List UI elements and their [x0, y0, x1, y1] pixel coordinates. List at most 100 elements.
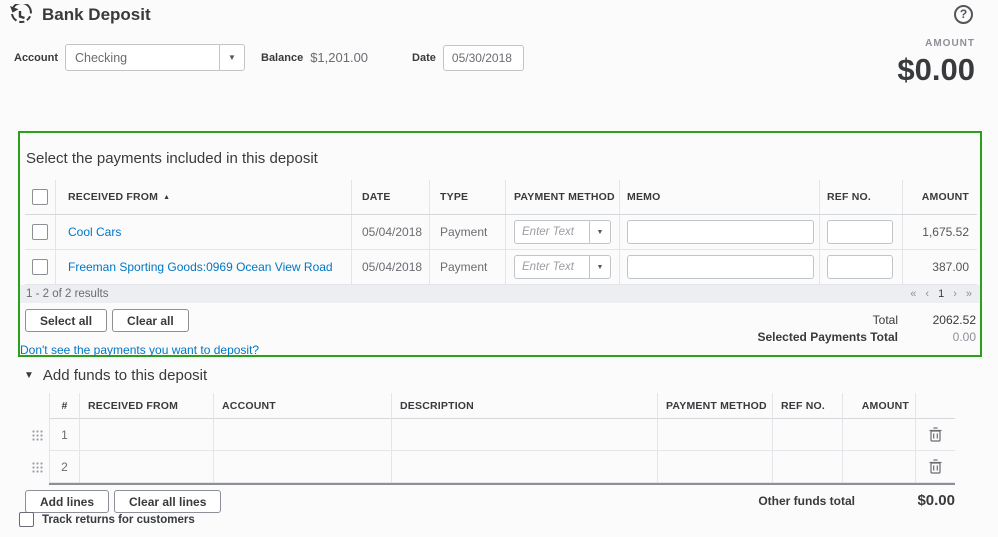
payment-method-placeholder: Enter Text: [515, 261, 589, 273]
payments-section: Select the payments included in this dep…: [18, 131, 982, 357]
amount-cell[interactable]: [842, 451, 915, 483]
payment-method-cell[interactable]: [657, 451, 772, 483]
payments-section-title: Select the payments included in this dep…: [20, 133, 980, 180]
amount-panel-value: $0.00: [897, 52, 975, 88]
col-number: #: [61, 400, 67, 412]
recent-transactions-icon[interactable]: [8, 4, 32, 28]
pagination: « ‹ 1 › »: [910, 288, 972, 300]
selected-total-label: Selected Payments Total: [758, 330, 899, 344]
col-amount: AMOUNT: [862, 400, 909, 412]
col-received-from: RECEIVED FROM: [88, 400, 178, 412]
col-ref-no: REF NO.: [827, 191, 871, 203]
total-value: 2062.52: [898, 313, 976, 327]
add-funds-header: # RECEIVED FROM ACCOUNT DESCRIPTION PAYM…: [25, 393, 955, 419]
memo-input[interactable]: [627, 255, 814, 279]
ref-no-input[interactable]: [827, 255, 893, 279]
collapse-icon[interactable]: ▼: [24, 370, 34, 381]
col-memo: MEMO: [627, 191, 660, 203]
line-number: 2: [61, 460, 68, 474]
payment-amount: 1,675.52: [922, 225, 969, 239]
help-icon[interactable]: ?: [954, 5, 973, 24]
payment-type: Payment: [440, 225, 487, 239]
ref-no-cell[interactable]: [772, 419, 842, 451]
results-text: 1 - 2 of 2 results: [26, 288, 108, 300]
received-from-cell[interactable]: [79, 451, 213, 483]
received-from-cell[interactable]: [79, 419, 213, 451]
payment-method-select[interactable]: Enter Text ▼: [514, 255, 611, 279]
trash-icon[interactable]: [929, 459, 942, 474]
payments-table-header: RECEIVED FROM ▲ DATE TYPE PAYMENT METHOD…: [25, 180, 977, 215]
track-returns-label: Track returns for customers: [42, 514, 195, 526]
page-next-button[interactable]: ›: [953, 288, 957, 300]
date-label: Date: [412, 52, 436, 64]
clear-all-lines-button[interactable]: Clear all lines: [114, 490, 221, 513]
col-type[interactable]: TYPE: [440, 191, 468, 203]
col-received-from[interactable]: RECEIVED FROM ▲: [55, 180, 351, 214]
drag-handle-icon[interactable]: [32, 462, 43, 473]
amount-panel: AMOUNT $0.00: [897, 38, 975, 88]
account-cell[interactable]: [213, 419, 391, 451]
account-bar: Account Checking ▼ Balance $1,201.00 Dat…: [14, 44, 524, 71]
account-cell[interactable]: [213, 451, 391, 483]
add-funds-toggle[interactable]: ▼ Add funds to this deposit: [24, 367, 207, 384]
received-from-link[interactable]: Freeman Sporting Goods:0969 Ocean View R…: [68, 260, 333, 274]
description-cell[interactable]: [391, 419, 657, 451]
add-lines-button[interactable]: Add lines: [25, 490, 109, 513]
description-cell[interactable]: [391, 451, 657, 483]
col-payment-method: PAYMENT METHOD: [666, 400, 767, 412]
row-checkbox[interactable]: [32, 224, 48, 240]
chevron-down-icon[interactable]: ▼: [589, 256, 610, 278]
total-label: Total: [873, 313, 898, 327]
results-bar: 1 - 2 of 2 results « ‹ 1 › »: [20, 285, 980, 303]
dont-see-payments-link[interactable]: Don't see the payments you want to depos…: [20, 343, 259, 357]
payment-method-placeholder: Enter Text: [515, 226, 589, 238]
page-number[interactable]: 1: [938, 288, 944, 300]
track-returns-checkbox[interactable]: [19, 512, 34, 527]
clear-all-button[interactable]: Clear all: [112, 309, 189, 332]
memo-input[interactable]: [627, 220, 814, 244]
track-returns-row: Track returns for customers: [19, 512, 195, 527]
payment-method-select[interactable]: Enter Text ▼: [514, 220, 611, 244]
sort-asc-icon: ▲: [163, 194, 170, 201]
selected-total-value: 0.00: [898, 330, 976, 344]
row-checkbox[interactable]: [32, 259, 48, 275]
payment-date: 05/04/2018: [362, 260, 422, 274]
select-all-checkbox[interactable]: [32, 189, 48, 205]
col-account: ACCOUNT: [222, 400, 276, 412]
account-select-value: Checking: [66, 51, 219, 65]
add-funds-footer: Add lines Clear all lines Other funds to…: [25, 490, 955, 513]
page-last-button[interactable]: »: [966, 288, 972, 300]
add-funds-table: # RECEIVED FROM ACCOUNT DESCRIPTION PAYM…: [25, 393, 955, 485]
payments-table: RECEIVED FROM ▲ DATE TYPE PAYMENT METHOD…: [25, 180, 977, 285]
balance-label: Balance: [261, 52, 303, 64]
payment-amount: 387.00: [932, 260, 969, 274]
page-first-button[interactable]: «: [910, 288, 916, 300]
chevron-down-icon[interactable]: ▼: [589, 221, 610, 243]
payment-row: Cool Cars 05/04/2018 Payment Enter Text …: [25, 215, 977, 250]
account-label: Account: [14, 52, 58, 64]
payment-method-cell[interactable]: [657, 419, 772, 451]
ref-no-cell[interactable]: [772, 451, 842, 483]
col-amount: AMOUNT: [922, 191, 969, 203]
payment-row: Freeman Sporting Goods:0969 Ocean View R…: [25, 250, 977, 285]
col-date[interactable]: DATE: [362, 191, 391, 203]
amount-cell[interactable]: [842, 419, 915, 451]
drag-handle-icon[interactable]: [32, 430, 43, 441]
received-from-link[interactable]: Cool Cars: [68, 225, 121, 239]
payments-totals: Total 2062.52 Selected Payments Total 0.…: [758, 309, 977, 345]
ref-no-input[interactable]: [827, 220, 893, 244]
chevron-down-icon[interactable]: ▼: [219, 45, 244, 70]
page-prev-button[interactable]: ‹: [925, 288, 929, 300]
trash-icon[interactable]: [929, 427, 942, 442]
select-all-button[interactable]: Select all: [25, 309, 107, 332]
line-number: 1: [61, 428, 68, 442]
col-payment-method: PAYMENT METHOD: [514, 191, 615, 203]
amount-panel-label: AMOUNT: [897, 38, 975, 49]
table-bottom-border: [49, 483, 955, 485]
add-funds-row[interactable]: 1: [25, 419, 955, 451]
col-ref-no: REF NO.: [781, 400, 825, 412]
date-input[interactable]: [443, 45, 524, 71]
add-funds-row[interactable]: 2: [25, 451, 955, 483]
account-select[interactable]: Checking ▼: [65, 44, 245, 71]
other-funds-value: $0.00: [855, 492, 955, 509]
